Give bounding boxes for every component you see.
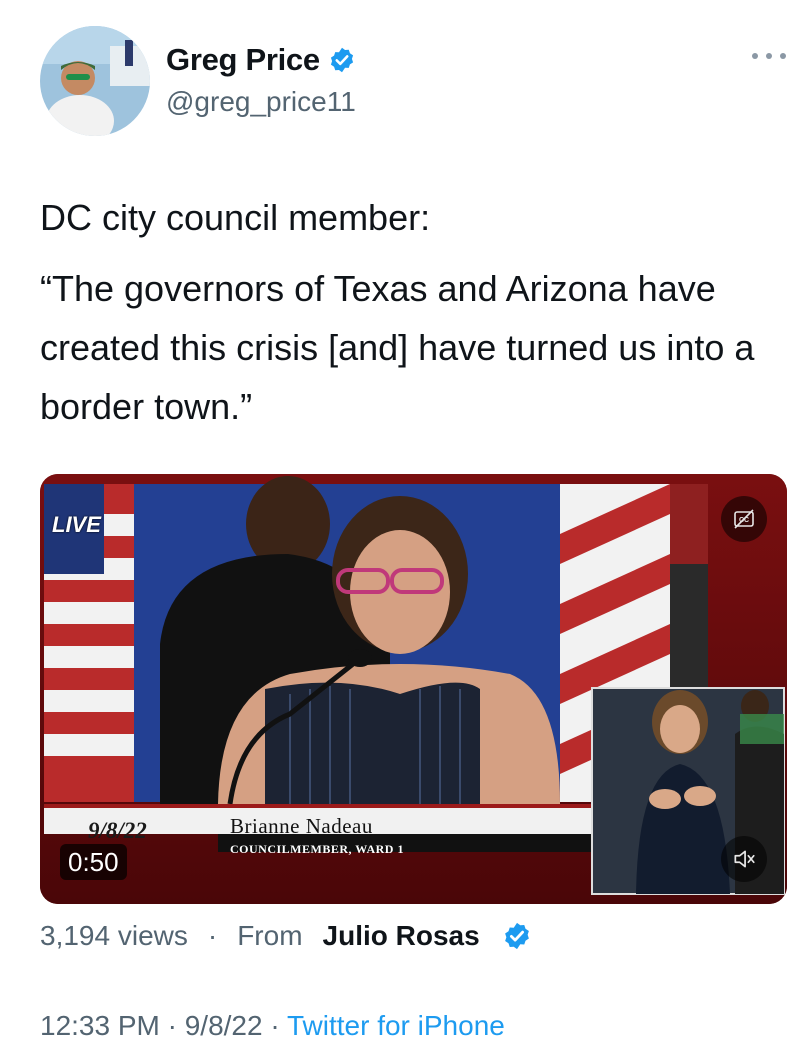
- tweet-text: DC city council member: “The governors o…: [40, 188, 780, 436]
- video-duration: 0:50: [60, 844, 127, 880]
- closed-captions-icon: CC: [734, 509, 754, 529]
- tweet-meta: 3,194 views · From Julio Rosas: [40, 920, 532, 952]
- verified-badge-icon: [328, 46, 356, 74]
- author-handle[interactable]: @greg_price11: [166, 86, 356, 118]
- tweet-line-2: “The governors of Texas and Arizona have…: [40, 268, 755, 427]
- tweet-timestamp: 12:33 PM · 9/8/22 · Twitter for iPhone: [40, 1010, 505, 1042]
- live-badge: LIVE: [52, 512, 101, 537]
- mute-button[interactable]: [721, 836, 767, 882]
- timestamp-text[interactable]: 12:33 PM · 9/8/22 ·: [40, 1010, 287, 1041]
- verified-badge-icon: [502, 921, 532, 951]
- closed-captions-button[interactable]: CC: [721, 496, 767, 542]
- view-count: 3,194 views: [40, 920, 188, 951]
- display-name-text: Greg Price: [166, 42, 320, 77]
- meta-separator: ·: [207, 920, 218, 951]
- from-account-link[interactable]: Julio Rosas: [323, 920, 480, 952]
- source-link[interactable]: Twitter for iPhone: [287, 1010, 505, 1041]
- avatar-image: [40, 26, 150, 136]
- from-label: From: [237, 920, 303, 951]
- muted-speaker-icon: [734, 850, 755, 868]
- tweet-line-1: DC city council member:: [40, 197, 431, 238]
- video-player[interactable]: LIVE CC 9/8/22 Brianne Nadeau COUNCILMEM…: [40, 474, 787, 904]
- speaker-title: COUNCILMEMBER, WARD 1: [230, 842, 404, 856]
- author-display-name[interactable]: Greg Price: [166, 42, 356, 78]
- speaker-name: Brianne Nadeau: [230, 814, 373, 838]
- video-date: 9/8/22: [88, 818, 147, 843]
- author-avatar[interactable]: [40, 26, 150, 136]
- ellipsis-icon[interactable]: [752, 46, 786, 66]
